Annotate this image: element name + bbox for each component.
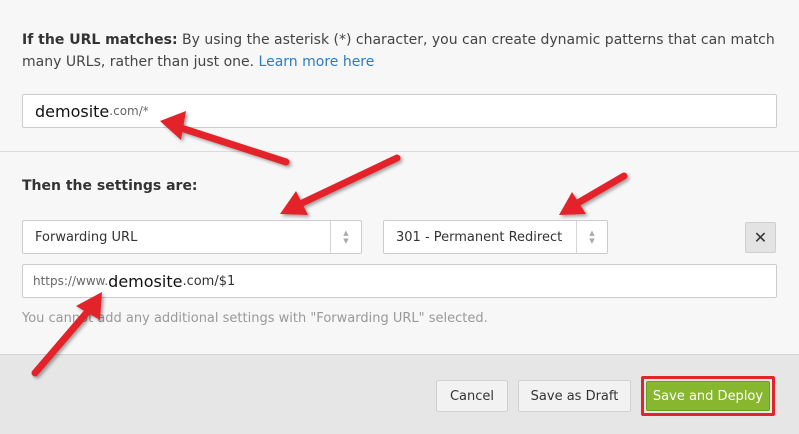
- match-label: If the URL matches:: [22, 32, 178, 48]
- setting-select-value: Forwarding URL: [35, 229, 138, 245]
- url-pattern-input[interactable]: demosite .com/*: [22, 94, 777, 128]
- up-down-chevron-icon: ▲ ▼: [576, 221, 607, 253]
- url-pattern-domain: demosite: [35, 101, 110, 121]
- forwarding-url-input[interactable]: https://www. demosite .com/$1: [22, 264, 777, 298]
- match-section: [0, 0, 799, 152]
- forwarding-url-domain: demosite: [108, 271, 183, 291]
- close-icon: ✕: [753, 228, 768, 247]
- url-pattern-rest: .com/*: [109, 104, 149, 118]
- settings-hint: You cannot add any additional settings w…: [22, 311, 488, 326]
- up-down-chevron-icon: ▲ ▼: [330, 221, 361, 253]
- deploy-highlight-box: Save and Deploy: [641, 376, 775, 416]
- remove-setting-button[interactable]: ✕: [745, 222, 776, 253]
- save-as-draft-button[interactable]: Save as Draft: [518, 380, 631, 412]
- status-code-select[interactable]: 301 - Permanent Redirect ▲ ▼: [383, 220, 608, 254]
- learn-more-link[interactable]: Learn more here: [259, 54, 375, 70]
- forwarding-url-rest: .com/$1: [182, 273, 236, 289]
- settings-heading: Then the settings are:: [22, 178, 198, 194]
- save-and-deploy-button[interactable]: Save and Deploy: [646, 381, 770, 411]
- setting-select[interactable]: Forwarding URL ▲ ▼: [22, 220, 362, 254]
- forwarding-url-prefix: https://www.: [33, 274, 109, 288]
- cancel-button[interactable]: Cancel: [436, 380, 508, 412]
- status-code-select-value: 301 - Permanent Redirect: [396, 229, 563, 245]
- match-description: If the URL matches: By using the asteris…: [22, 29, 782, 73]
